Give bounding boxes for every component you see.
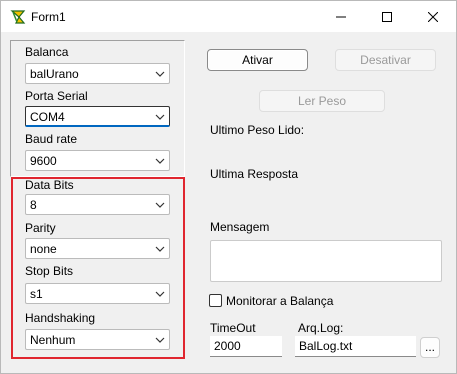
balanca-value: balUrano	[30, 67, 79, 81]
porta-serial-select[interactable]: COM4	[25, 106, 170, 127]
data-bits-label: Data Bits	[25, 178, 74, 192]
desativar-button[interactable]: Desativar	[335, 49, 436, 71]
parity-select[interactable]: none	[25, 238, 170, 259]
baud-rate-select[interactable]: 9600	[25, 150, 170, 171]
window-title: Form1	[31, 10, 66, 24]
stop-bits-select[interactable]: s1	[25, 283, 170, 304]
porta-serial-label: Porta Serial	[25, 89, 88, 103]
data-bits-value: 8	[30, 198, 37, 212]
ativar-button[interactable]: Ativar	[207, 49, 308, 71]
chevron-down-icon	[155, 291, 165, 297]
stop-bits-value: s1	[30, 287, 43, 301]
minimize-icon	[336, 16, 346, 17]
handshaking-value: Nenhum	[30, 333, 76, 347]
baud-rate-label: Baud rate	[25, 132, 78, 146]
monitorar-label[interactable]: Monitorar a Balança	[226, 294, 333, 308]
balanca-select[interactable]: balUrano	[25, 63, 170, 84]
arq-log-label: Arq.Log:	[298, 321, 344, 335]
minimize-button[interactable]	[318, 1, 364, 32]
handshaking-select[interactable]: Nenhum	[25, 329, 170, 350]
chevron-down-icon	[155, 246, 165, 252]
maximize-icon	[382, 11, 392, 22]
arq-log-input[interactable]: BalLog.txt	[295, 336, 416, 357]
chevron-down-icon	[155, 337, 165, 343]
main-window: Form1 Balanca balUrano Porta Serial COM4…	[0, 0, 457, 374]
stop-bits-label: Stop Bits	[25, 264, 74, 278]
browse-button[interactable]: ...	[420, 337, 440, 358]
arq-log-value: BalLog.txt	[299, 339, 353, 353]
title-bar[interactable]: Form1	[1, 1, 456, 32]
chevron-down-icon	[155, 158, 165, 164]
balanca-label: Balanca	[25, 45, 69, 59]
timeout-label: TimeOut	[210, 321, 256, 335]
timeout-value: 2000	[214, 339, 241, 353]
mensagem-textarea[interactable]	[210, 240, 442, 282]
ultima-resposta-label: Ultima Resposta	[210, 167, 299, 181]
parity-value: none	[30, 242, 57, 256]
ultimo-peso-label: Ultimo Peso Lido:	[210, 123, 305, 137]
ler-peso-button[interactable]: Ler Peso	[259, 90, 385, 112]
handshaking-label: Handshaking	[25, 311, 96, 325]
porta-serial-value: COM4	[30, 110, 65, 124]
mensagem-label: Mensagem	[210, 220, 270, 234]
chevron-down-icon	[155, 71, 165, 77]
monitorar-checkbox[interactable]	[209, 294, 222, 307]
chevron-down-icon	[155, 114, 165, 120]
parity-label: Parity	[25, 221, 56, 235]
timeout-input[interactable]: 2000	[210, 336, 282, 357]
chevron-down-icon	[155, 202, 165, 208]
baud-rate-value: 9600	[30, 154, 57, 168]
close-button[interactable]	[410, 1, 456, 32]
maximize-button[interactable]	[364, 1, 410, 32]
data-bits-select[interactable]: 8	[25, 194, 170, 215]
close-icon	[428, 11, 438, 22]
delphi-app-icon	[10, 10, 26, 24]
